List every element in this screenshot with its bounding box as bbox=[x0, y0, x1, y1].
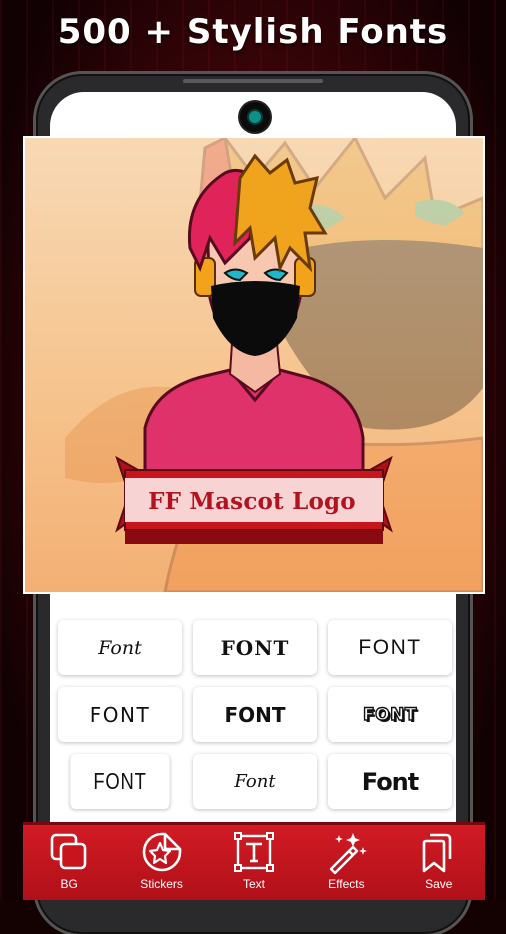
font-style-grid: Font FONT FONT FONT FONT FONT FONT Font … bbox=[58, 620, 452, 809]
effects-button[interactable]: Effects bbox=[307, 829, 385, 891]
font-option-3[interactable]: FONT bbox=[328, 620, 452, 675]
font-option-2[interactable]: FONT bbox=[193, 620, 317, 675]
bg-button[interactable]: BG bbox=[30, 829, 108, 891]
save-button[interactable]: Save bbox=[400, 829, 478, 891]
save-copy-icon bbox=[422, 833, 452, 873]
font-option-4[interactable]: FONT bbox=[58, 687, 182, 742]
font-option-6[interactable]: FONT bbox=[328, 687, 452, 742]
save-label: Save bbox=[425, 877, 453, 891]
phone-speaker bbox=[183, 79, 323, 83]
font-option-1[interactable]: Font bbox=[58, 620, 182, 675]
font-option-5[interactable]: FONT bbox=[193, 687, 317, 742]
bottom-toolbar: BG Stickers Text Effects Save bbox=[23, 822, 485, 900]
stickers-label: Stickers bbox=[140, 877, 183, 891]
logo-text[interactable]: FF Mascot Logo bbox=[122, 488, 382, 515]
stickers-button[interactable]: Stickers bbox=[123, 829, 201, 891]
layers-icon bbox=[50, 833, 87, 870]
text-button[interactable]: Text bbox=[215, 829, 293, 891]
magic-wand-icon bbox=[330, 833, 368, 875]
sticker-star-icon bbox=[142, 832, 181, 872]
effects-label: Effects bbox=[328, 877, 365, 891]
font-option-7[interactable]: FONT bbox=[70, 754, 170, 809]
text-label: Text bbox=[242, 877, 265, 891]
phone-camera bbox=[240, 102, 270, 132]
promo-headline: 500 + Stylish Fonts bbox=[57, 12, 449, 52]
font-option-8[interactable]: Font bbox=[193, 754, 317, 809]
bg-label: BG bbox=[60, 877, 78, 891]
mascot-character bbox=[115, 153, 393, 544]
logo-canvas[interactable] bbox=[23, 136, 485, 594]
text-box-icon bbox=[233, 832, 274, 872]
font-option-9[interactable]: Font bbox=[328, 754, 452, 809]
